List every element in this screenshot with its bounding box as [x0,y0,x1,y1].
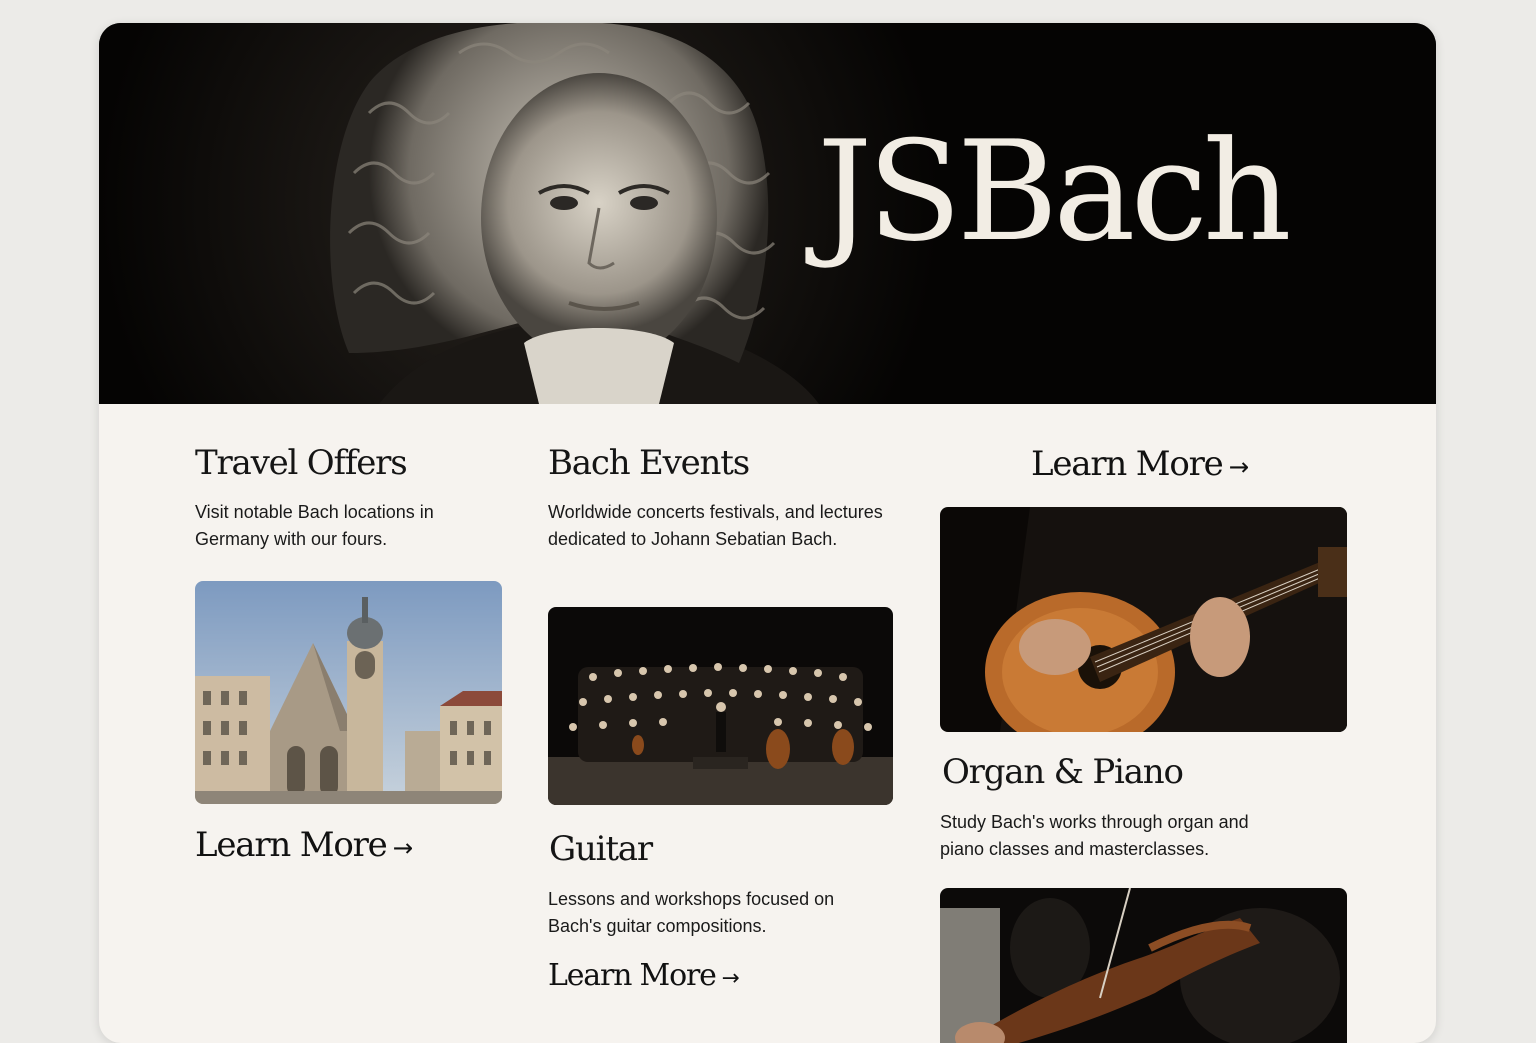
main-card: JSBach Travel Offers Visit notable Bach … [99,23,1436,1043]
guitar-learn-more-label: Learn More [548,958,717,993]
organ-piano-description: Study Bach's works through organ and pia… [940,812,1249,859]
site-title: JSBach [817,111,1292,272]
travel-offers-description: Visit notable Bach locations in Germany … [195,502,434,549]
travel-offers-heading: Travel Offers [195,443,408,483]
travel-learn-more-label: Learn More [195,825,388,865]
guitar-photo [940,507,1347,732]
right-arrow-icon: → [721,966,740,991]
guitar-learn-more-link[interactable]: Learn More → [548,958,740,993]
orchestra-photo [548,607,893,805]
bach-events-section: Bach Events Worldwide concerts festivals… [548,443,893,553]
travel-offers-section: Travel Offers Visit notable Bach locatio… [195,443,515,553]
right-arrow-icon: → [392,833,414,862]
violin-photo [940,888,1347,1043]
hero-banner: JSBach [99,23,1436,404]
guitar-description: Lessons and workshops focused on Bach's … [548,889,835,936]
organ-learn-more-link[interactable]: Learn More → [1031,444,1249,484]
guitar-heading: Guitar [549,829,653,869]
bach-events-heading: Bach Events [548,443,750,483]
right-arrow-icon: → [1228,452,1250,481]
travel-learn-more-link[interactable]: Learn More → [195,825,413,865]
organ-piano-heading: Organ & Piano [942,752,1184,792]
bach-events-description: Worldwide concerts festivals, and lectur… [548,502,883,549]
church-photo [195,581,502,804]
organ-learn-more-label: Learn More [1031,444,1224,484]
